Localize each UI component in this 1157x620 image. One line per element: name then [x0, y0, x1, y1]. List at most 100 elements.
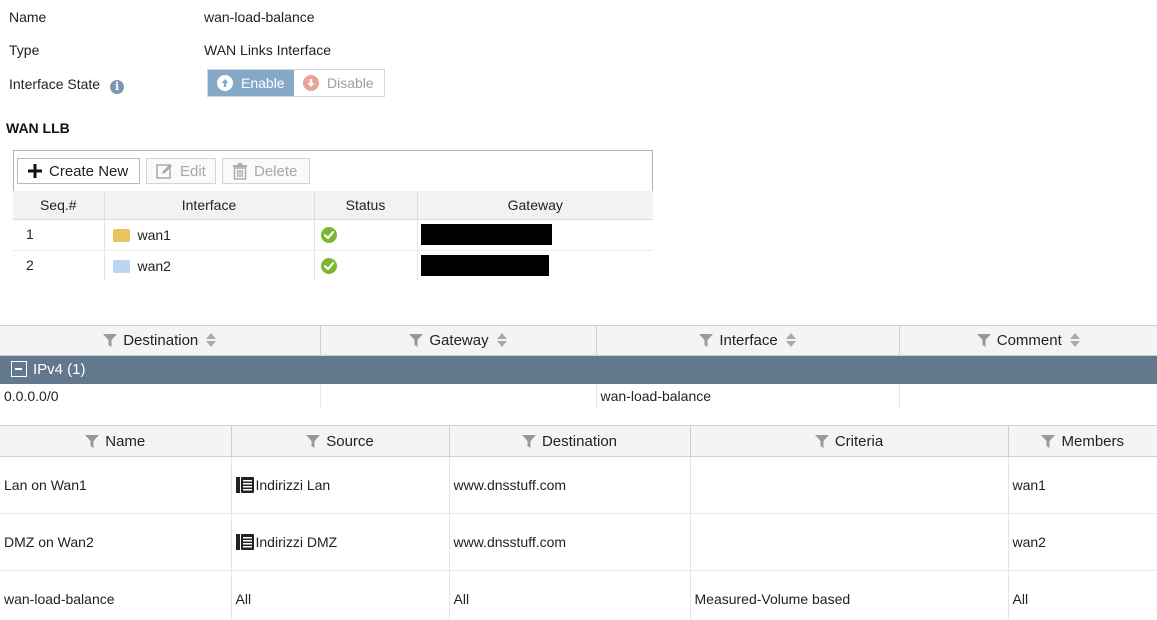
- seq-cell: 1: [13, 219, 105, 251]
- filter-icon[interactable]: [1041, 434, 1056, 448]
- group-header-row[interactable]: IPv4 (1): [0, 355, 1157, 384]
- rule-name-cell: DMZ on Wan2: [0, 513, 232, 571]
- destination-cell: www.dnsstuff.com: [449, 513, 691, 571]
- delete-button[interactable]: Delete: [222, 158, 310, 184]
- members-cell: wan1: [1008, 456, 1157, 514]
- arrow-down-icon: [303, 75, 319, 91]
- rule-name-cell: wan-load-balance: [0, 570, 232, 620]
- column-header-source[interactable]: Source: [231, 425, 450, 457]
- gateway-cell: [417, 219, 653, 251]
- collapse-icon[interactable]: [11, 361, 27, 378]
- source-cell: Indirizzi DMZ: [231, 513, 450, 571]
- column-header-interface[interactable]: Interface: [596, 325, 900, 356]
- edit-button[interactable]: Edit: [146, 158, 216, 184]
- seq-cell: 2: [13, 250, 105, 281]
- table-row[interactable]: 0.0.0.0/0 wan-load-balance: [0, 383, 1157, 408]
- column-header-members[interactable]: Members: [1008, 425, 1157, 457]
- column-header-comment[interactable]: Comment: [899, 325, 1157, 356]
- source-value: Indirizzi Lan: [255, 477, 331, 493]
- column-header-label: Interface: [719, 332, 778, 349]
- interface-name: wan1: [137, 226, 171, 243]
- type-label: Type: [9, 42, 40, 58]
- interface-state-toggle: Enable Disable: [207, 69, 385, 97]
- create-new-button[interactable]: Create New: [17, 158, 140, 184]
- table-row[interactable]: DMZ on Wan2 Indirizzi DMZ www.dnsstuff.c…: [0, 513, 1157, 571]
- column-header-destination[interactable]: Destination: [449, 425, 691, 457]
- source-cell: All: [231, 570, 450, 620]
- enable-label: Enable: [241, 75, 285, 91]
- address-group-icon: [235, 534, 254, 550]
- column-header-label: Gateway: [429, 332, 489, 349]
- column-header-label: Members: [1061, 432, 1124, 450]
- destination-cell: www.dnsstuff.com: [449, 456, 691, 514]
- type-value: WAN Links Interface: [204, 42, 332, 58]
- name-value: wan-load-balance: [204, 9, 315, 25]
- members-cell: All: [1008, 570, 1157, 620]
- plus-icon: [28, 164, 42, 178]
- status-cell: [314, 219, 418, 251]
- filter-icon[interactable]: [521, 434, 536, 448]
- interface-cell: wan1: [104, 219, 315, 251]
- table-header-row: Seq.# Interface Status Gateway: [13, 191, 653, 220]
- column-header-destination[interactable]: Destination: [0, 325, 321, 356]
- source-value: Indirizzi DMZ: [255, 534, 338, 550]
- enable-button[interactable]: Enable: [208, 70, 294, 96]
- address-group-icon: [235, 477, 254, 493]
- destination-cell: 0.0.0.0/0: [0, 383, 321, 408]
- sort-icon[interactable]: [1069, 333, 1080, 347]
- interface-color-swatch: [112, 228, 130, 242]
- filter-icon[interactable]: [699, 334, 714, 347]
- sort-icon[interactable]: [206, 333, 217, 347]
- column-header-name[interactable]: Name: [0, 425, 232, 457]
- interface-color-swatch: [112, 259, 130, 273]
- wan-llb-table: Seq.# Interface Status Gateway 1 wan1 2 …: [13, 191, 653, 281]
- interface-state-label: Interface State i: [9, 76, 125, 94]
- filter-icon[interactable]: [85, 434, 100, 448]
- destination-cell: All: [449, 570, 691, 620]
- name-label: Name: [9, 9, 47, 25]
- wan-llb-title: WAN LLB: [6, 120, 70, 136]
- group-header[interactable]: IPv4 (1): [0, 355, 1157, 384]
- rule-name-cell: Lan on Wan1: [0, 456, 232, 514]
- column-header-label: Name: [105, 432, 146, 450]
- column-header-label: Comment: [996, 332, 1062, 349]
- delete-label: Delete: [254, 162, 298, 180]
- edit-icon: [156, 164, 172, 179]
- source-value: All: [235, 591, 252, 607]
- sort-icon[interactable]: [496, 333, 507, 347]
- info-icon[interactable]: i: [110, 80, 125, 94]
- edit-label: Edit: [180, 162, 206, 180]
- status-cell: [314, 250, 418, 281]
- table-row[interactable]: Lan on Wan1 Indirizzi Lan www.dnsstuff.c…: [0, 456, 1157, 514]
- interface-state-text: Interface State: [9, 76, 101, 92]
- table-row[interactable]: 1 wan1: [13, 219, 653, 251]
- wan-llb-toolbar: Create New Edit Delete: [13, 150, 653, 191]
- column-header-gateway[interactable]: Gateway: [320, 325, 597, 356]
- table-header-row: Destination Gateway Interface Comment: [0, 325, 1157, 356]
- filter-icon[interactable]: [814, 434, 829, 448]
- members-cell: wan2: [1008, 513, 1157, 571]
- sort-icon[interactable]: [785, 333, 796, 347]
- static-routes-table: Destination Gateway Interface Comment IP…: [0, 325, 1157, 408]
- table-row[interactable]: wan-load-balance All All Measured-Volume…: [0, 570, 1157, 620]
- arrow-up-icon: [217, 75, 233, 91]
- filter-icon[interactable]: [976, 334, 991, 347]
- filter-icon[interactable]: [103, 334, 118, 347]
- table-row[interactable]: 2 wan2: [13, 250, 653, 281]
- column-header-criteria[interactable]: Criteria: [690, 425, 1009, 457]
- column-header-seq[interactable]: Seq.#: [13, 191, 105, 220]
- status-ok-icon: [320, 258, 337, 275]
- criteria-cell: [690, 456, 1009, 514]
- redacted-gateway: [420, 224, 552, 245]
- column-header-label: Destination: [541, 432, 618, 450]
- filter-icon[interactable]: [409, 334, 424, 347]
- load-balance-rules-table: Name Source Destination Criteria Members…: [0, 425, 1157, 620]
- filter-icon[interactable]: [306, 434, 321, 448]
- column-header-interface[interactable]: Interface: [104, 191, 315, 220]
- group-label: IPv4 (1): [33, 361, 86, 379]
- interface-cell: wan-load-balance: [596, 383, 900, 408]
- column-header-gateway[interactable]: Gateway: [417, 191, 653, 220]
- create-new-label: Create New: [49, 162, 129, 180]
- disable-button[interactable]: Disable: [294, 70, 384, 96]
- column-header-status[interactable]: Status: [314, 191, 418, 220]
